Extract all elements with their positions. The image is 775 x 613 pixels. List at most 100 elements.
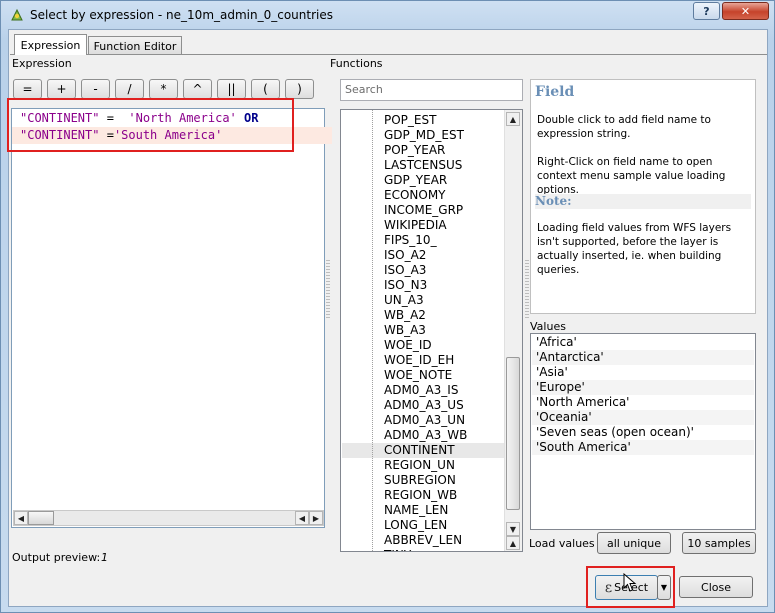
tab-function-editor[interactable]: Function Editor — [88, 36, 182, 55]
function-item[interactable]: SUBREGION — [384, 473, 456, 488]
function-item[interactable]: ISO_A3 — [384, 263, 426, 278]
window-title: Select by expression - ne_10m_admin_0_co… — [30, 8, 333, 22]
functions-section-label: Functions — [330, 57, 383, 70]
function-item[interactable]: REGION_UN — [384, 458, 455, 473]
operator-label: - — [93, 82, 98, 96]
operator-multiply-button[interactable]: * — [149, 79, 178, 99]
function-item[interactable]: NAME_LEN — [384, 503, 448, 518]
output-preview-value: 1 — [101, 551, 108, 564]
help-icon: ? — [703, 4, 710, 18]
button-label: all unique — [606, 536, 662, 550]
scroll-right-icon[interactable]: ▶ — [309, 511, 323, 525]
scrollbar-thumb[interactable] — [28, 511, 54, 525]
function-tree[interactable]: POP_EST GDP_MD_EST POP_YEAR LASTCENSUS GDP_Y… — [340, 109, 523, 552]
function-item[interactable]: WIKIPEDIA — [384, 218, 447, 233]
splitter-handle[interactable] — [525, 260, 529, 320]
operator-equals-button[interactable]: = — [13, 79, 42, 99]
function-item[interactable]: UN_A3 — [384, 293, 424, 308]
dialog-window: Select by expression - ne_10m_admin_0_co… — [0, 0, 775, 613]
function-item[interactable]: FIPS_10_ — [384, 233, 437, 248]
operator-open-paren-button[interactable]: ( — [251, 79, 280, 99]
operator-label: / — [127, 82, 132, 96]
value-item[interactable]: 'Oceania' — [532, 410, 754, 425]
tab-divider — [10, 54, 767, 55]
values-list[interactable]: 'Africa' 'Antarctica' 'Asia' 'Europe' 'North… — [530, 333, 756, 530]
value-item[interactable]: 'South America' — [532, 440, 754, 455]
splitter-handle[interactable] — [326, 260, 330, 320]
tab-expression[interactable]: Expression — [14, 34, 87, 55]
tab-label: Function Editor — [93, 39, 177, 53]
function-item[interactable]: WOE_NOTE — [384, 368, 452, 383]
operator-label: * — [160, 82, 167, 96]
function-item[interactable]: ADM0_A3_US — [384, 398, 464, 413]
function-item[interactable]: GDP_MD_EST — [384, 128, 464, 143]
function-item[interactable]: WOE_ID — [384, 338, 432, 353]
function-item[interactable]: POP_YEAR — [384, 143, 445, 158]
help-note-title: Note: — [535, 194, 751, 209]
help-text-1: Double click to add field name to expres… — [537, 114, 711, 140]
function-item[interactable]: CONTINENT — [384, 443, 455, 458]
function-item[interactable]: ISO_N3 — [384, 278, 427, 293]
expression-highlight-box — [7, 98, 294, 152]
help-text-2: Right-Click on field name to open contex… — [537, 156, 726, 196]
help-button[interactable]: ? — [693, 2, 720, 20]
value-item[interactable]: 'Asia' — [532, 365, 754, 380]
ten-samples-button[interactable]: 10 samples — [682, 532, 756, 554]
function-item[interactable]: ADM0_A3_IS — [384, 383, 458, 398]
function-item[interactable]: LASTCENSUS — [384, 158, 462, 173]
help-title: Field — [535, 84, 575, 100]
operator-label: = — [22, 82, 33, 96]
function-item[interactable]: REGION_WB — [384, 488, 457, 503]
scroll-down-icon[interactable]: ▼ — [506, 522, 520, 536]
output-preview-label: Output preview: — [12, 551, 101, 564]
value-item[interactable]: 'Europe' — [532, 380, 754, 395]
function-item[interactable]: LONG_LEN — [384, 518, 447, 533]
operator-minus-button[interactable]: - — [81, 79, 110, 99]
function-item[interactable]: ABBREV_LEN — [384, 533, 462, 548]
operator-label: ^ — [192, 82, 203, 96]
value-item[interactable]: 'Antarctica' — [532, 350, 754, 365]
function-item[interactable]: ADM0_A3_UN — [384, 413, 465, 428]
operator-label: + — [56, 82, 67, 96]
button-label: 10 samples — [687, 536, 751, 550]
values-label: Values — [530, 320, 566, 333]
function-item[interactable]: INCOME_GRP — [384, 203, 463, 218]
close-button[interactable]: Close — [679, 576, 753, 598]
operator-plus-button[interactable]: + — [47, 79, 76, 99]
scroll-left-icon[interactable]: ◀ — [295, 511, 309, 525]
operator-concat-button[interactable]: || — [217, 79, 246, 99]
scroll-up-icon[interactable]: ▲ — [506, 112, 520, 126]
function-item[interactable]: WOE_ID_EH — [384, 353, 454, 368]
expression-editor[interactable]: "CONTINENT" = 'North America' OR "CONTIN… — [11, 108, 332, 528]
function-item[interactable]: POP_EST — [384, 113, 436, 128]
scroll-up-icon[interactable]: ▲ — [506, 536, 520, 550]
select-highlight-box — [586, 566, 675, 608]
function-item[interactable]: WB_A2 — [384, 308, 426, 323]
title-bar: Select by expression - ne_10m_admin_0_co… — [1, 1, 775, 29]
operator-divide-button[interactable]: / — [115, 79, 144, 99]
operator-power-button[interactable]: ^ — [183, 79, 212, 99]
help-panel: Field Double click to add field name to … — [530, 79, 756, 314]
value-item[interactable]: 'Seven seas (open ocean)' — [532, 425, 754, 440]
function-item[interactable]: ISO_A2 — [384, 248, 426, 263]
function-vertical-scrollbar[interactable]: ▲ ▼ ▲ — [504, 110, 522, 551]
value-item[interactable]: 'North America' — [532, 395, 754, 410]
button-label: Close — [701, 580, 731, 594]
close-icon: ✕ — [740, 4, 751, 18]
window-close-button[interactable]: ✕ — [722, 2, 769, 20]
operator-close-paren-button[interactable]: ) — [285, 79, 314, 99]
function-item[interactable]: GDP_YEAR — [384, 173, 447, 188]
function-item[interactable]: ADM0_A3_WB — [384, 428, 467, 443]
function-item[interactable]: WB_A3 — [384, 323, 426, 338]
function-search-input[interactable]: Search — [340, 79, 523, 101]
help-note-text: Loading field values from WFS layers isn… — [537, 222, 732, 276]
scrollbar-thumb[interactable] — [506, 357, 520, 510]
function-item[interactable]: ECONOMY — [384, 188, 446, 203]
all-unique-button[interactable]: all unique — [597, 532, 671, 554]
expression-horizontal-scrollbar[interactable]: ◀ ◀ ▶ — [13, 510, 324, 526]
scroll-left-icon[interactable]: ◀ — [14, 511, 28, 525]
tab-label: Expression — [20, 38, 81, 52]
function-item[interactable]: TINY — [384, 548, 411, 551]
value-item[interactable]: 'Africa' — [532, 335, 754, 350]
search-placeholder: Search — [345, 83, 383, 96]
